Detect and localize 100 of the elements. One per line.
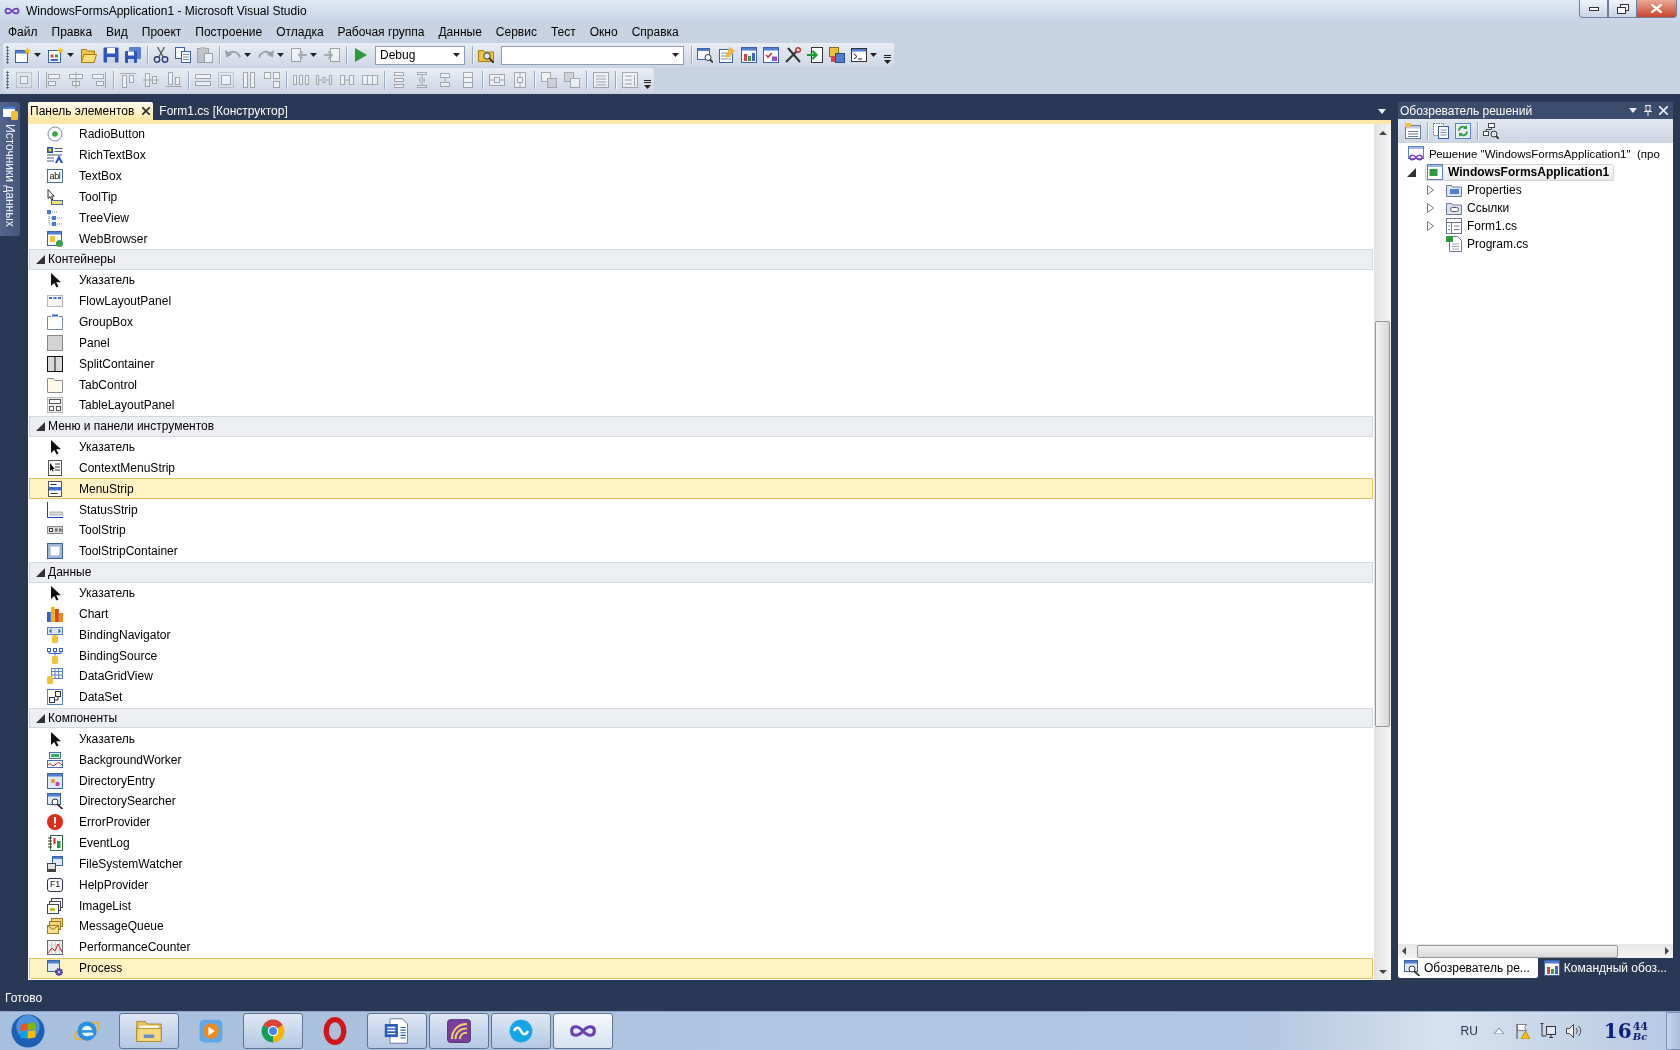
menu-item[interactable]: Отладка — [269, 23, 331, 41]
network-icon[interactable] — [1539, 1023, 1556, 1039]
close-button[interactable] — [1637, 0, 1677, 18]
toolbox-item[interactable]: RichTextBox — [29, 144, 1373, 166]
grip-handle[interactable] — [3, 71, 12, 89]
caret-icon[interactable] — [1629, 108, 1637, 113]
minimize-button[interactable] — [1579, 0, 1608, 18]
panel-tab[interactable]: Командный обоз... — [1537, 958, 1675, 978]
toolbox-group-header[interactable]: Компоненты — [29, 707, 1373, 729]
toolbox-item[interactable]: EventLog — [29, 832, 1373, 854]
side-tab[interactable]: Источники данных — [0, 102, 20, 236]
toolbox-item[interactable]: GroupBox — [29, 311, 1373, 333]
toolbox-item[interactable]: Chart — [29, 603, 1373, 625]
grip-handle[interactable] — [3, 46, 12, 64]
tree-item[interactable]: WindowsFormsApplication1 — [1425, 163, 1615, 181]
speaker-icon[interactable] — [1565, 1023, 1582, 1039]
toolbox-item[interactable]: ToolStrip — [29, 520, 1373, 541]
toolbox-group-header[interactable]: Данные — [29, 561, 1373, 583]
menu-item[interactable]: Правка — [44, 23, 100, 41]
expanded-triangle-icon[interactable] — [1406, 167, 1416, 177]
overflow-icon[interactable] — [644, 80, 651, 89]
toolbox-group-header[interactable]: Меню и панели инструментов — [29, 415, 1373, 437]
toolbox-item[interactable]: Panel — [29, 332, 1373, 354]
show-desktop-button[interactable] — [1666, 1012, 1680, 1050]
menu-item[interactable]: Рабочая группа — [330, 23, 432, 41]
menu-item[interactable]: Вид — [99, 23, 135, 41]
vertical-scrollbar[interactable] — [1374, 124, 1391, 980]
document-tab[interactable]: Form1.cs [Конструктор] — [153, 102, 294, 120]
menu-item[interactable]: Построение — [188, 23, 270, 41]
tree-item[interactable]: Решение "WindowsFormsApplication1" (про — [1398, 145, 1673, 163]
taskbar-button[interactable] — [553, 1013, 613, 1049]
toolbox-item[interactable]: RadioButton — [29, 124, 1373, 145]
collapsed-triangle-icon[interactable] — [1426, 203, 1434, 213]
menu-item[interactable]: Тест — [543, 23, 583, 41]
tree-item[interactable]: Properties — [1444, 181, 1527, 199]
toolbox-item[interactable]: abl TextBox — [29, 165, 1373, 187]
toolbox-item[interactable]: StatusStrip — [29, 499, 1373, 521]
toolbox-item[interactable]: DirectoryEntry — [29, 770, 1373, 791]
menu-item[interactable]: Справка — [624, 23, 686, 41]
overflow-icon[interactable] — [884, 55, 891, 64]
menu-item[interactable]: Окно — [582, 23, 625, 41]
toolbox-item[interactable]: BindingSource — [29, 645, 1373, 666]
toolbox-item[interactable]: Указатель — [29, 582, 1373, 604]
taskbar-button[interactable] — [491, 1013, 551, 1049]
toolbox-group-header[interactable]: Контейнеры — [29, 249, 1373, 270]
toolbox-item[interactable]: TabControl — [29, 374, 1373, 395]
scroll-thumb[interactable] — [1417, 944, 1618, 958]
flag-warning-icon[interactable] — [1513, 1023, 1530, 1039]
tree-item[interactable]: Ссылки — [1444, 199, 1515, 217]
taskbar-button[interactable] — [429, 1013, 489, 1049]
collapsed-triangle-icon[interactable] — [1426, 221, 1434, 231]
menu-item[interactable]: Данные — [431, 23, 489, 41]
toolbox-item[interactable]: FileSystemWatcher — [29, 853, 1373, 875]
toolbox-item[interactable]: Указатель — [29, 436, 1373, 458]
tree-item[interactable]: Form1.cs — [1444, 217, 1522, 235]
toolbox-item[interactable]: TableLayoutPanel — [29, 394, 1373, 416]
toolbox-item[interactable]: F1 HelpProvider — [29, 874, 1373, 896]
toolbox-item[interactable]: ContextMenuStrip — [29, 457, 1373, 479]
search-dropdown[interactable] — [501, 45, 684, 65]
toolbox-item[interactable]: ToolTip — [29, 186, 1373, 208]
toolbox-item[interactable]: SplitContainer — [29, 353, 1373, 375]
toolbox-item[interactable]: PerformanceCounter — [29, 936, 1373, 958]
toolbox-item[interactable]: BackgroundWorker — [29, 749, 1373, 771]
menu-item[interactable]: Сервис — [488, 23, 544, 41]
toolbox-item[interactable]: Process — [29, 957, 1373, 979]
panel-tab[interactable]: Обозреватель ре... — [1398, 958, 1538, 978]
taskbar-button[interactable] — [367, 1013, 427, 1049]
toolbox-item[interactable]: DirectorySearcher — [29, 791, 1373, 812]
toolbox-item[interactable]: DataGridView — [29, 665, 1373, 687]
close-icon[interactable] — [142, 107, 151, 115]
menu-item[interactable]: Проект — [134, 23, 189, 41]
taskbar-button[interactable] — [119, 1013, 179, 1049]
collapsed-triangle-icon[interactable] — [1426, 185, 1434, 195]
toolbox-item[interactable]: Указатель — [29, 728, 1373, 750]
toolbox-item[interactable]: ToolStripContainer — [29, 540, 1373, 562]
toolbox-item[interactable]: WebBrowser — [29, 228, 1373, 250]
status-strip-icon — [47, 501, 63, 518]
pin-icon[interactable] — [1644, 105, 1652, 116]
restore-button[interactable] — [1608, 0, 1637, 18]
toolbox-item[interactable]: Указатель — [29, 269, 1373, 291]
scroll-thumb[interactable] — [1375, 321, 1390, 727]
configuration-dropdown[interactable]: Debug — [375, 45, 465, 65]
menu-item[interactable]: Файл — [1, 23, 45, 41]
language-indicator[interactable]: RU — [1460, 1024, 1478, 1038]
toolbox-item[interactable]: MenuStrip — [29, 478, 1373, 500]
toolbox-item[interactable]: MessageQueue — [29, 916, 1373, 937]
taskbar-button[interactable] — [243, 1013, 303, 1049]
toolbox-item[interactable]: TreeView — [29, 207, 1373, 229]
toolbox-item[interactable]: DataSet — [29, 686, 1373, 708]
toolbar-button[interactable] — [1430, 120, 1452, 142]
toolbox-item[interactable]: ImageList — [29, 895, 1373, 917]
toolbox-item[interactable]: ErrorProvider — [29, 811, 1373, 833]
split-panel-icon — [47, 355, 63, 372]
tree-item[interactable]: Program.cs — [1444, 235, 1534, 253]
toolbar-button[interactable] — [1480, 120, 1502, 142]
document-tab[interactable]: Панель элементов — [28, 102, 154, 120]
horizontal-scrollbar[interactable] — [1398, 943, 1673, 958]
toolbox-item[interactable]: FlowLayoutPanel — [29, 290, 1373, 312]
caret-icon[interactable] — [1378, 108, 1386, 114]
toolbox-item[interactable]: BindingNavigator — [29, 624, 1373, 646]
